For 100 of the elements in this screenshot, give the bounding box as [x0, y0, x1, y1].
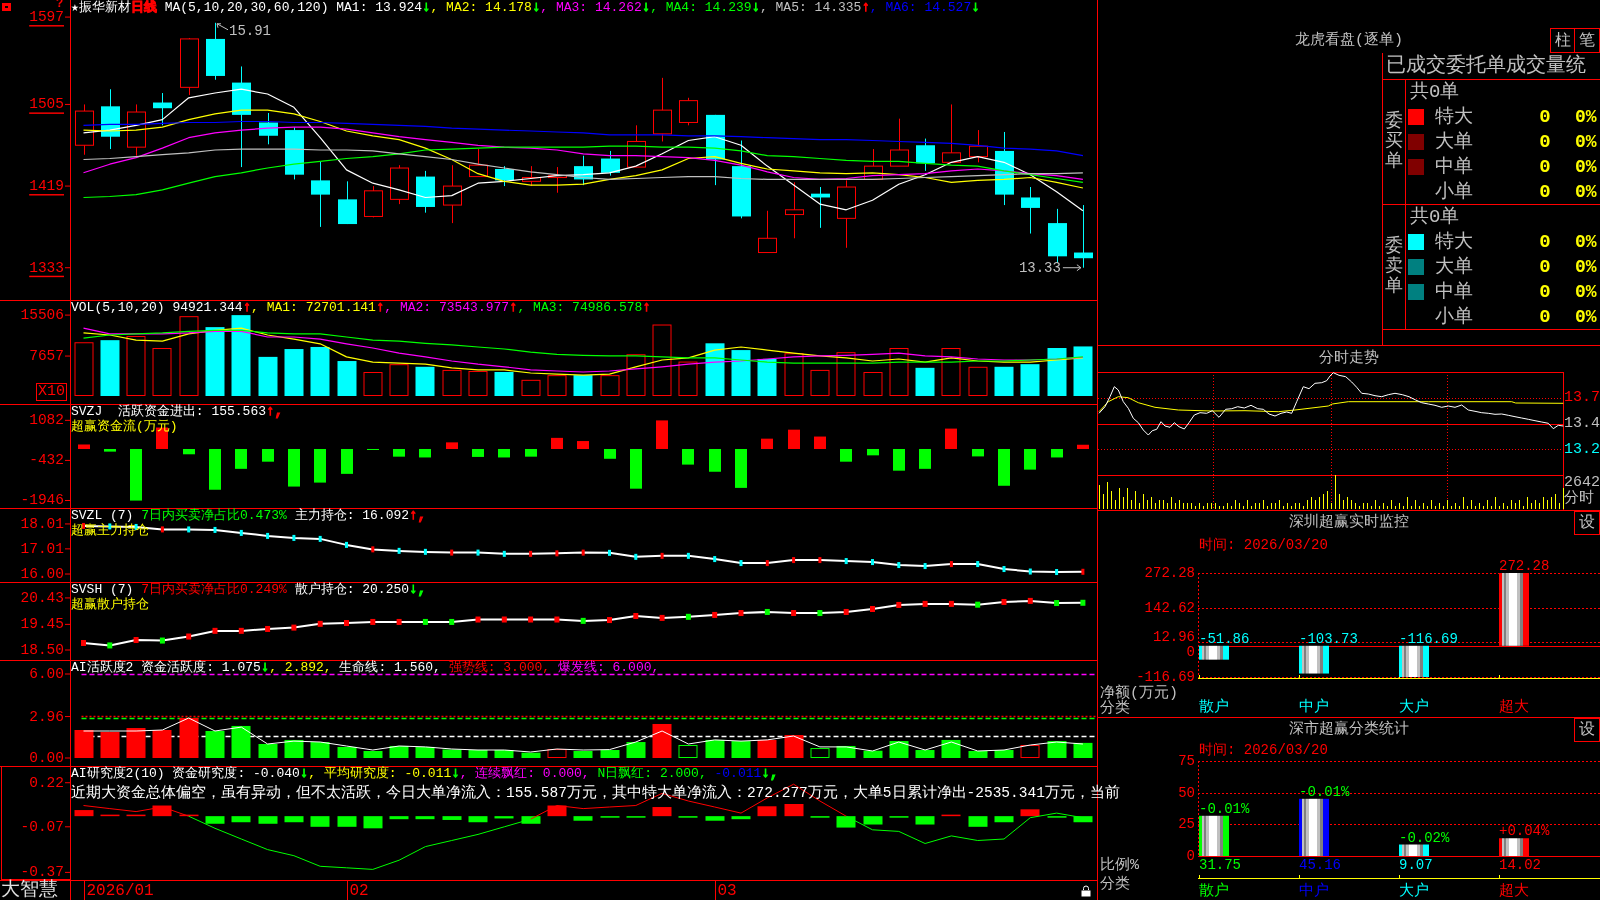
candlestick	[1048, 208, 1067, 264]
candlestick	[285, 126, 304, 180]
category-label: 大户	[1399, 698, 1429, 716]
order-size-label: 特大	[1435, 230, 1473, 253]
value-label: -103.73	[1299, 630, 1358, 647]
legend-text: -0.011	[713, 766, 762, 781]
axis-label: 25	[1178, 816, 1195, 833]
legend-text: AI活跃度2 资金活跃度: 1.075	[71, 660, 261, 675]
change-label: +0.04%	[1499, 823, 1550, 840]
order-count: 0	[1539, 305, 1551, 328]
view-toggle-button[interactable]: 柱	[1550, 28, 1575, 53]
candlestick	[890, 118, 909, 167]
settings-button[interactable]: 设	[1574, 718, 1600, 742]
settings-button[interactable]: 设	[1574, 511, 1600, 535]
value-label: 31.75	[1199, 857, 1241, 873]
order-size-label: 中单	[1435, 155, 1473, 178]
indicator-title: 超赢散户持仓	[71, 597, 149, 612]
candlestick	[1074, 204, 1093, 269]
candlestick	[338, 180, 357, 225]
legend-text: MA(5,10,20,30,60,120) MA1: 13.924	[163, 0, 423, 15]
candlestick	[443, 164, 462, 224]
axis-label: -1946	[20, 492, 64, 509]
category-label: 中户	[1299, 698, 1329, 716]
legend-text: 7日内买卖净占比0.249%	[141, 582, 287, 597]
axis-label: -116.69	[1136, 669, 1195, 685]
order-total: 共0单	[1410, 81, 1460, 103]
candlestick	[706, 114, 725, 186]
legend-text: , MA3: 74986.578	[517, 300, 643, 315]
section-label: 委卖单	[1385, 237, 1403, 297]
change-label: -0.01%	[1199, 800, 1250, 817]
legend-text: , MA1: 72701.141	[251, 300, 376, 315]
legend-text: SVZJ 活跃资金进出: 155.563	[71, 404, 267, 419]
candlestick	[837, 179, 856, 249]
axis-label: -0.07	[20, 818, 64, 835]
legend-text: , MA4: 14.239	[650, 0, 752, 15]
axis-label: 50	[1178, 784, 1195, 801]
candlestick	[653, 77, 672, 142]
axis-label: 272.28	[1144, 565, 1195, 581]
candlestick	[548, 166, 567, 194]
price-marker-label: 15.91	[229, 22, 271, 39]
legend-text: VOL(5,10,20) 94921.344	[71, 300, 243, 315]
category-label: 中户	[1299, 882, 1329, 900]
candlestick	[942, 103, 961, 163]
legend-text: 散户持仓: 20.250	[293, 582, 410, 597]
order-percent: 0%	[1575, 180, 1597, 203]
trend-arrow-text: ↑	[642, 299, 651, 315]
order-size-label: 小单	[1435, 305, 1473, 328]
axis-label: 6.00	[29, 666, 64, 682]
candlestick	[969, 129, 988, 163]
legend-text: 爆发线: 6.000,	[556, 660, 660, 675]
timestamp-text: 时间: 2026/03/20	[1199, 537, 1328, 553]
axis-label: 17.01	[20, 540, 64, 557]
candlestick	[916, 138, 935, 172]
axis-label: 1419	[29, 178, 64, 195]
volume-scale-label: 2642	[1564, 475, 1600, 491]
trend-arrow-text: ↑,	[266, 403, 283, 419]
date-label: 03	[717, 882, 737, 900]
trend-arrow-text: ↓	[971, 0, 980, 15]
order-count: 0	[1539, 155, 1551, 178]
candlestick	[758, 210, 777, 254]
view-toggle-button[interactable]: 笔	[1575, 28, 1600, 53]
order-percent: 0%	[1575, 280, 1597, 303]
panel-title: 深市超赢分类统计	[1289, 720, 1409, 740]
axis-label: 0.00	[29, 750, 64, 766]
trend-arrow-text: ↓	[451, 765, 460, 781]
trend-arrow-text: ↓	[260, 659, 270, 675]
candlestick	[390, 164, 409, 205]
axis-label: 2.96	[29, 708, 64, 725]
trend-arrow-text: ↑	[861, 0, 870, 15]
axis-label: 1597	[29, 9, 64, 26]
order-count: 0	[1539, 105, 1551, 128]
legend-text: , 2.892,	[269, 660, 332, 675]
square-icon	[2, 3, 11, 11]
legend-text: , MA2: 14.178	[430, 0, 532, 15]
scale-label: X10	[36, 383, 67, 401]
lock-icon	[1081, 885, 1091, 897]
order-size-label: 大单	[1435, 255, 1473, 278]
legend-text: ★振华新材	[71, 0, 131, 15]
date-label: 02	[349, 882, 369, 900]
date-label: 2026/01	[86, 882, 154, 900]
candlestick	[1021, 186, 1040, 235]
trend-arrow-text: ↓	[422, 0, 431, 15]
order-percent: 0%	[1575, 230, 1597, 253]
value-label: -51.86	[1199, 630, 1250, 647]
legend-text: , MA6: 14.527	[869, 0, 972, 15]
legend-text: SVZL (7)	[71, 508, 135, 523]
price-marker-label: 13.33	[1018, 259, 1061, 276]
order-percent: 0%	[1575, 255, 1597, 278]
value-label: 272.28	[1499, 558, 1550, 574]
app-logo-text: 大智慧	[1, 880, 58, 900]
trend-arrow-text: ↑	[509, 299, 518, 315]
trend-arrow-text: ↑	[375, 299, 385, 315]
candlestick	[811, 186, 830, 229]
axis-label: 1505	[29, 96, 64, 113]
price-scale-label: 13.7	[1564, 389, 1600, 407]
axis-title: 分类	[1100, 699, 1130, 717]
change-label: -0.01%	[1299, 783, 1350, 800]
candlestick	[679, 97, 698, 126]
candlestick	[206, 22, 225, 81]
candlestick	[75, 103, 94, 156]
